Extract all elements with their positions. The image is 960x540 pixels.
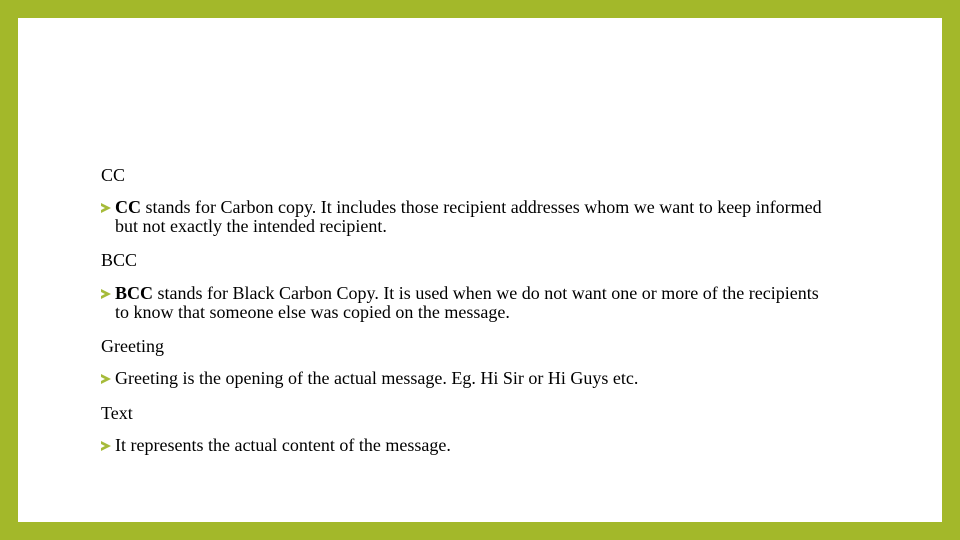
bullet-item-bcc: BCC stands for Black Carbon Copy. It is … — [101, 284, 835, 322]
bullet-text: Greeting is the opening of the actual me… — [115, 368, 639, 388]
bullet-text: It represents the actual content of the … — [115, 435, 451, 455]
bullet-text: stands for Black Carbon Copy. It is used… — [115, 283, 819, 322]
bullet-text: stands for Carbon copy. It includes thos… — [115, 197, 822, 236]
arrow-bullet-icon — [101, 203, 111, 213]
slide: CC CC stands for Carbon copy. It include… — [18, 18, 942, 522]
bullet-bold-term: CC — [115, 197, 141, 217]
section-heading-cc: CC — [101, 165, 126, 185]
bullet-item-greeting: Greeting is the opening of the actual me… — [101, 369, 835, 388]
arrow-bullet-icon — [101, 441, 111, 451]
bullet-item-cc: CC stands for Carbon copy. It includes t… — [101, 198, 835, 236]
bullet-item-text: It represents the actual content of the … — [101, 436, 835, 455]
arrow-bullet-icon — [101, 289, 111, 299]
section-heading-greeting: Greeting — [101, 336, 164, 356]
section-heading-text: Text — [101, 403, 133, 423]
section-heading-bcc: BCC — [101, 250, 138, 270]
bullet-bold-term: BCC — [115, 283, 154, 303]
arrow-bullet-icon — [101, 374, 111, 384]
